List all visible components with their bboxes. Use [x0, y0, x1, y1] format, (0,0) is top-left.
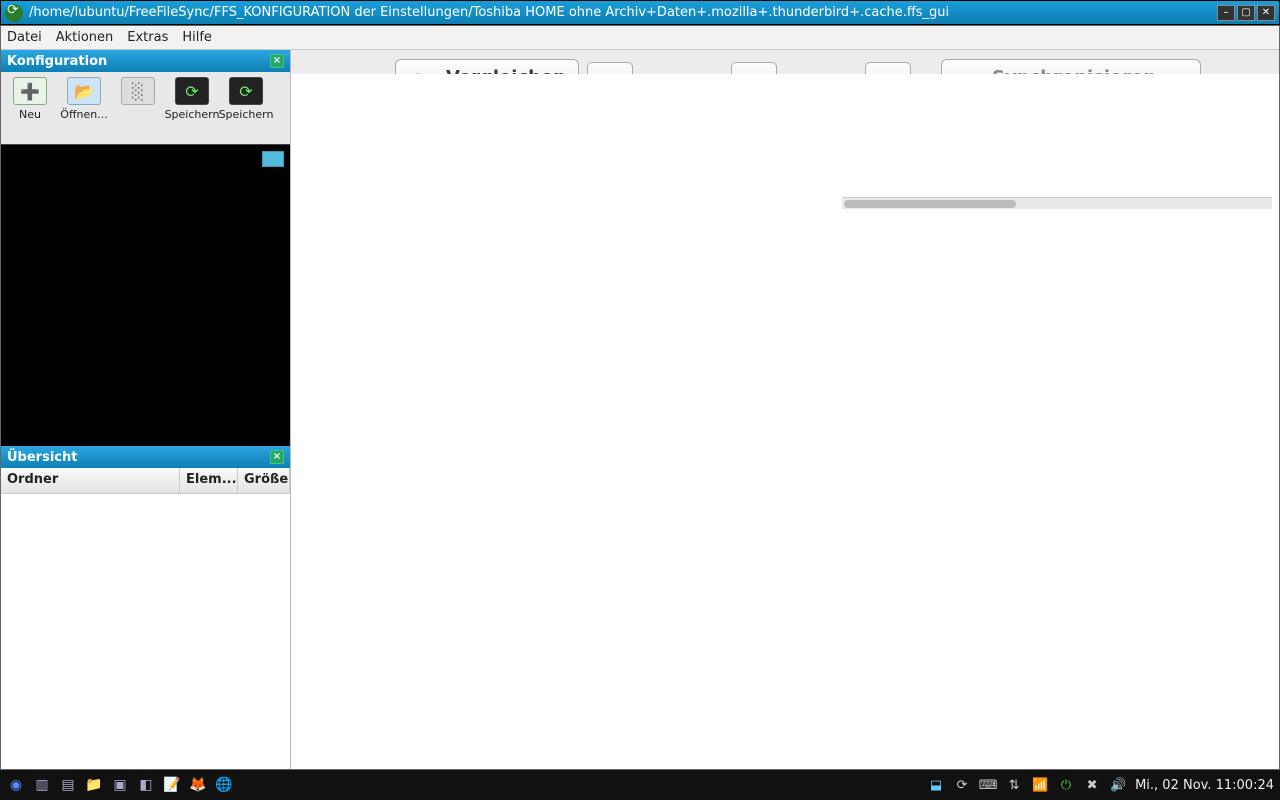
overview-panel-header: Übersicht × [1, 446, 290, 468]
taskbar-firefox-icon[interactable]: 🦊 [188, 775, 208, 795]
overview-title: Übersicht [7, 450, 77, 465]
config-list[interactable] [1, 144, 290, 446]
save-icon: ⟳ [175, 77, 209, 105]
tray-sync-icon[interactable]: ✖ [1083, 776, 1101, 794]
menu-hilfe[interactable]: Hilfe [182, 30, 212, 45]
config-title: Konfiguration [7, 54, 107, 69]
config-toolbar: ➕ Neu 📂 Öffnen... ░ ⟳ Speichern ⟳ S [1, 72, 290, 144]
taskbar-files-icon[interactable]: 📁 [84, 775, 104, 795]
minimize-button[interactable]: – [1217, 5, 1235, 21]
tray-update-icon[interactable]: ⟳ [953, 776, 971, 794]
maximize-button[interactable]: ▢ [1237, 5, 1255, 21]
tray-wifi-icon[interactable]: 📶 [1031, 776, 1049, 794]
taskbar-app3-icon[interactable]: ◧ [136, 775, 156, 795]
menu-extras[interactable]: Extras [127, 30, 168, 45]
tray-network-icon[interactable]: ⇅ [1005, 776, 1023, 794]
right-scrollbar[interactable] [842, 197, 1272, 209]
new-icon: ➕ [13, 77, 47, 105]
col-groesse[interactable]: Größe [238, 468, 290, 493]
menu-aktionen[interactable]: Aktionen [56, 30, 114, 45]
file-lists: Relativer Pfad 📷 ⟳ Relativer Pfad E [291, 170, 1279, 697]
taskbar-globe-icon[interactable]: 🌐 [214, 775, 234, 795]
open-button[interactable]: 📂 Öffnen... [57, 74, 111, 142]
col-ordner[interactable]: Ordner [1, 468, 180, 493]
main-area: 🔍 Vergleichen Datum und Größe 🕐 ⚙ ▶ ▼ ▶ … [291, 50, 1279, 769]
menu-datei[interactable]: Datei [7, 30, 42, 45]
config-panel-header: Konfiguration × [1, 50, 290, 72]
window-title: /home/lubuntu/FreeFileSync/FFS_KONFIGURA… [29, 5, 949, 20]
overview-close-icon[interactable]: × [270, 450, 284, 464]
close-button[interactable]: ✕ [1257, 5, 1275, 21]
app-icon [5, 4, 23, 22]
tray-keyboard-icon[interactable]: ⌨ [979, 776, 997, 794]
taskbar-app1-icon[interactable]: ▥ [32, 775, 52, 795]
tray-dropbox-icon[interactable]: ⬓ [927, 776, 945, 794]
save-as-button[interactable]: ⟳ Speichern [219, 74, 273, 142]
save-as-icon: ⟳ [229, 77, 263, 105]
save-button[interactable]: ⟳ Speichern [165, 74, 219, 142]
taskbar-editor-icon[interactable]: 📝 [162, 775, 182, 795]
start-menu-icon[interactable]: ◉ [6, 775, 26, 795]
taskbar-clock[interactable]: Mi., 02 Nov. 11:00:24 [1135, 778, 1274, 793]
open-icon: 📂 [67, 77, 101, 105]
right-list-body[interactable] [291, 74, 1279, 769]
menu-bar: Datei Aktionen Extras Hilfe [1, 26, 1279, 50]
overview-panel: Ordner Elem... Größe [1, 468, 290, 769]
sidebar: Konfiguration × ➕ Neu 📂 Öffnen... ░ ⟳ [1, 50, 291, 769]
config-close-icon[interactable]: × [270, 54, 284, 68]
list-mode-icon[interactable] [262, 151, 284, 167]
tray-power-icon[interactable]: ⏻ [1057, 776, 1075, 794]
new-button[interactable]: ➕ Neu [3, 74, 57, 142]
window-titlebar: /home/lubuntu/FreeFileSync/FFS_KONFIGURA… [0, 0, 1280, 25]
taskbar: ◉ ▥ ▤ 📁 ▣ ◧ 📝 🦊 🌐 ⬓ ⟳ ⌨ ⇅ 📶 ⏻ ✖ 🔊 Mi., 0… [0, 770, 1280, 800]
overview-columns: Ordner Elem... Größe [1, 468, 290, 494]
col-elemente[interactable]: Elem... [180, 468, 238, 493]
filler-button[interactable]: ░ [111, 74, 165, 142]
taskbar-app2-icon[interactable]: ▤ [58, 775, 78, 795]
taskbar-terminal-icon[interactable]: ▣ [110, 775, 130, 795]
overview-body[interactable] [1, 494, 290, 769]
app-frame: Datei Aktionen Extras Hilfe Konfiguratio… [0, 25, 1280, 770]
right-file-list: Relativer Pfad E [841, 170, 1273, 693]
gray-icon: ░ [121, 77, 155, 105]
tray-volume-icon[interactable]: 🔊 [1109, 776, 1127, 794]
